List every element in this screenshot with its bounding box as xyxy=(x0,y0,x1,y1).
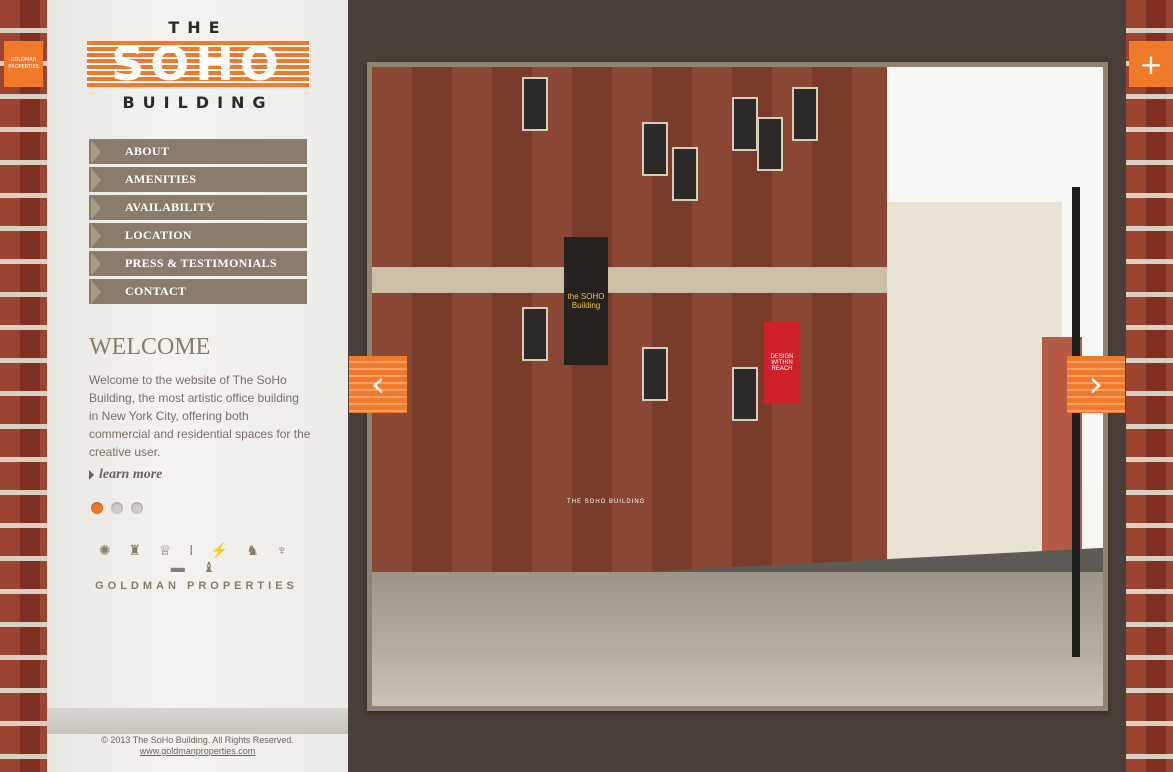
goldman-properties-logo[interactable]: ✺ ♜ ♕ ǀ ⚡ ♞ ♆ ▬ ♝ GOLDMAN PROPERTIES xyxy=(89,542,304,592)
main-nav: ABOUT AMENITIES AVAILABILITY LOCATION PR… xyxy=(89,139,307,307)
slide-dot-2[interactable] xyxy=(111,502,123,514)
play-icon xyxy=(89,470,94,480)
footer: © 2013 The SoHo Building. All Rights Res… xyxy=(47,735,348,757)
slide-pagination xyxy=(91,502,143,514)
photo-banner-dwr: DESIGN WITHIN REACH xyxy=(764,322,800,404)
slide-dot-3[interactable] xyxy=(131,502,143,514)
logo-building: BUILDING xyxy=(122,93,274,112)
footer-bar xyxy=(47,708,348,734)
arrow-icon xyxy=(91,251,101,276)
logo-soho: SOHO xyxy=(87,41,309,87)
prev-slide-button[interactable]: ‹ xyxy=(349,356,407,413)
photo-banner-dwr-text: DESIGN WITHIN REACH xyxy=(770,354,794,372)
hero-photo: the SOHO Building DESIGN WITHIN REACH TH… xyxy=(372,67,1103,706)
brick-border-left xyxy=(0,0,47,772)
nav-item-about[interactable]: ABOUT xyxy=(89,139,307,164)
photo-cobblestone-street xyxy=(372,572,1103,706)
sidebar: THE SOHO BUILDING ABOUT AMENITIES AVAILA… xyxy=(47,0,348,772)
nav-item-label: AMENITIES xyxy=(125,172,197,186)
arrow-icon xyxy=(91,279,101,304)
nav-item-label: ABOUT xyxy=(125,144,170,158)
photo-banner-soho-text: the SOHO Building xyxy=(567,292,605,310)
photo-soho-building xyxy=(372,67,887,607)
soho-building-logo[interactable]: THE SOHO BUILDING xyxy=(87,18,309,112)
goldman-link[interactable]: www.goldmanproperties.com xyxy=(140,746,256,756)
photo-window xyxy=(792,87,818,141)
photo-window xyxy=(642,122,668,176)
learn-more-link[interactable]: learn more xyxy=(89,467,162,483)
arrow-icon xyxy=(91,195,101,220)
arrow-icon xyxy=(91,139,101,164)
photo-window xyxy=(522,77,548,131)
goldman-icons: ✺ ♜ ♕ ǀ ⚡ ♞ ♆ ▬ ♝ xyxy=(98,542,295,575)
welcome-title: WELCOME xyxy=(89,334,211,360)
nav-item-availability[interactable]: AVAILABILITY xyxy=(89,195,307,220)
brick-border-right xyxy=(1126,0,1173,772)
logo-soho-text: SOHO xyxy=(111,37,285,91)
photo-window xyxy=(732,97,758,151)
photo-window xyxy=(732,367,758,421)
nav-item-label: LOCATION xyxy=(125,228,192,242)
nav-item-amenities[interactable]: AMENITIES xyxy=(89,167,307,192)
learn-more-label: learn more xyxy=(99,467,163,482)
copyright: © 2013 The SoHo Building. All Rights Res… xyxy=(101,735,294,745)
expand-button[interactable]: + xyxy=(1129,41,1173,87)
nav-item-label: CONTACT xyxy=(125,284,187,298)
goldman-name: GOLDMAN PROPERTIES xyxy=(95,580,298,592)
welcome-text: Welcome to the website of The SoHo Build… xyxy=(89,373,311,459)
photo-lamp-post xyxy=(1072,187,1080,657)
photo-facade-sign: THE SOHO BUILDING xyxy=(567,499,646,505)
photo-cornice xyxy=(372,267,887,293)
hero-photo-frame: the SOHO Building DESIGN WITHIN REACH TH… xyxy=(367,62,1108,711)
nav-item-contact[interactable]: CONTACT xyxy=(89,279,307,304)
goldman-properties-tab-label: GOLDMAN PROPERTIES xyxy=(8,57,39,70)
nav-item-label: PRESS & TESTIMONIALS xyxy=(125,256,277,270)
chevron-right-icon: › xyxy=(1088,364,1104,405)
chevron-left-icon: ‹ xyxy=(370,364,386,405)
photo-window xyxy=(642,347,668,401)
nav-item-label: AVAILABILITY xyxy=(125,200,215,214)
slide-dot-1[interactable] xyxy=(91,502,103,514)
goldman-properties-tab[interactable]: GOLDMAN PROPERTIES xyxy=(4,41,43,87)
next-slide-button[interactable]: › xyxy=(1067,356,1125,413)
photo-window xyxy=(522,307,548,361)
arrow-icon xyxy=(91,167,101,192)
plus-icon: + xyxy=(1139,47,1163,81)
arrow-icon xyxy=(91,223,101,248)
nav-item-location[interactable]: LOCATION xyxy=(89,223,307,248)
nav-item-press[interactable]: PRESS & TESTIMONIALS xyxy=(89,251,307,276)
photo-window xyxy=(672,147,698,201)
photo-banner-soho: the SOHO Building xyxy=(564,237,608,365)
logo-the: THE xyxy=(168,18,228,37)
photo-window xyxy=(757,117,783,171)
